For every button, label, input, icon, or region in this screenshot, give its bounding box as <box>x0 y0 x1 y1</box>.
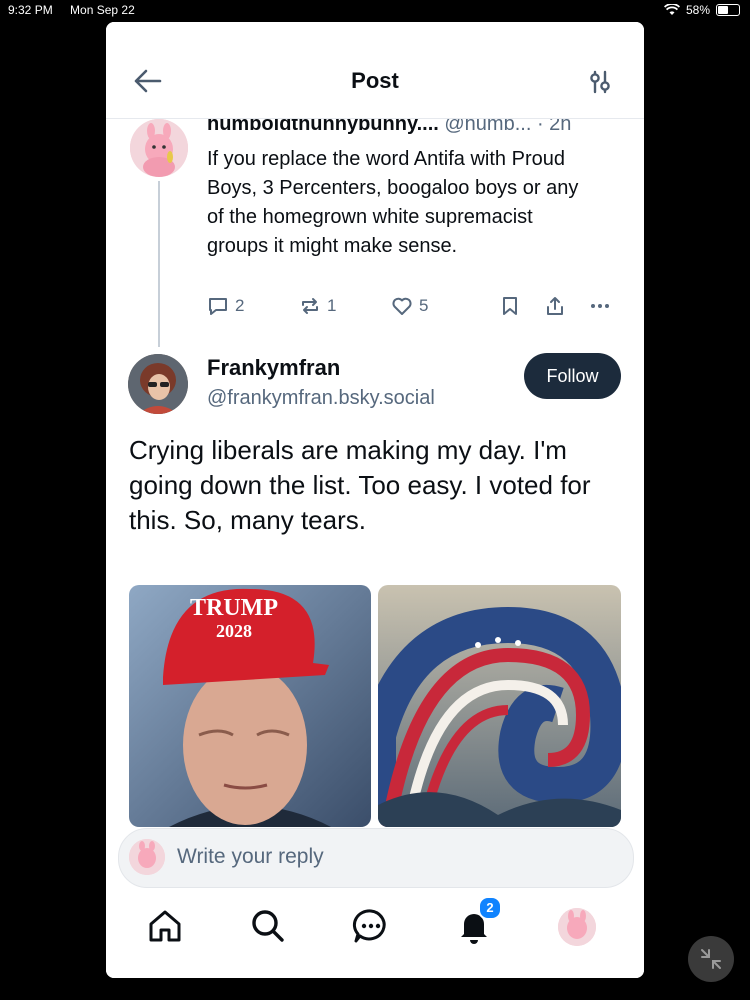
cap-text: TRUMP <box>190 595 278 621</box>
parent-author-handle[interactable]: @humb... <box>444 119 531 135</box>
like-icon <box>392 297 412 315</box>
post-text: Crying liberals are making my day. I'm g… <box>129 435 591 535</box>
chat-icon <box>352 909 386 943</box>
reply-count: 2 <box>235 296 245 315</box>
wifi-icon <box>663 4 680 15</box>
collapse-button[interactable] <box>688 936 734 982</box>
tab-home[interactable] <box>145 906 185 946</box>
repost-icon <box>302 298 318 314</box>
share-button[interactable] <box>544 295 566 317</box>
filter-icon[interactable] <box>586 68 614 96</box>
post-header: Post <box>106 22 644 119</box>
app-window: Post humboldthunnybunny.... @humb... · 2… <box>106 22 644 978</box>
author-name[interactable]: Frankymfran <box>207 355 340 381</box>
more-button[interactable] <box>589 295 611 317</box>
status-date: Mon Sep 22 <box>70 3 135 17</box>
tab-search[interactable] <box>248 906 288 946</box>
battery-percent: 58% <box>685 3 710 17</box>
post-image-grid: TRUMP 2028 <box>129 585 621 835</box>
author-handle[interactable]: @frankymfran.bsky.social <box>207 387 435 410</box>
parent-avatar[interactable] <box>130 119 188 177</box>
bookmark-button[interactable] <box>499 295 521 317</box>
battery-icon <box>716 4 740 16</box>
notifications-badge: 2 <box>478 896 502 920</box>
thread-content: humboldthunnybunny.... @humb... · 2h If … <box>106 119 644 839</box>
post-image-2[interactable] <box>378 585 621 827</box>
repost-button[interactable]: 1 <box>299 295 336 317</box>
parent-post-header: humboldthunnybunny.... @humb... · 2h <box>207 119 627 136</box>
parent-post-text[interactable]: If you replace the word Antifa with Prou… <box>207 145 597 261</box>
status-bar: 9:32 PM Mon Sep 22 58% <box>0 0 750 20</box>
reply-button[interactable]: 2 <box>207 295 244 317</box>
author-avatar[interactable] <box>128 354 188 414</box>
reply-icon <box>209 298 227 315</box>
more-icon <box>591 304 609 308</box>
status-time: 9:32 PM <box>8 3 53 17</box>
tab-notifications[interactable]: 2 <box>454 896 502 946</box>
page-title: Post <box>351 68 399 93</box>
repost-count: 1 <box>327 296 337 315</box>
post-image-1[interactable]: TRUMP 2028 <box>129 585 371 827</box>
tab-chat[interactable] <box>351 906 391 946</box>
parent-post-actions: 2 1 5 <box>207 295 627 325</box>
home-icon <box>149 910 181 942</box>
parent-author-name[interactable]: humboldthunnybunny.... <box>207 119 439 135</box>
bookmark-icon <box>503 297 517 315</box>
reply-input[interactable]: Write your reply <box>177 845 324 869</box>
share-icon <box>547 297 563 315</box>
reply-composer[interactable]: Write your reply <box>118 828 634 888</box>
collapse-arrows-icon <box>701 949 721 969</box>
search-icon <box>252 910 284 942</box>
like-count: 5 <box>419 296 429 315</box>
parent-post-time: · 2h <box>536 119 572 135</box>
like-button[interactable]: 5 <box>391 295 428 317</box>
follow-button[interactable]: Follow <box>524 353 621 399</box>
reply-avatar <box>129 839 165 875</box>
tab-profile[interactable] <box>558 908 596 946</box>
bottom-tab-bar: 2 <box>106 892 644 978</box>
thread-line <box>158 181 160 347</box>
cap-year: 2028 <box>216 621 252 641</box>
